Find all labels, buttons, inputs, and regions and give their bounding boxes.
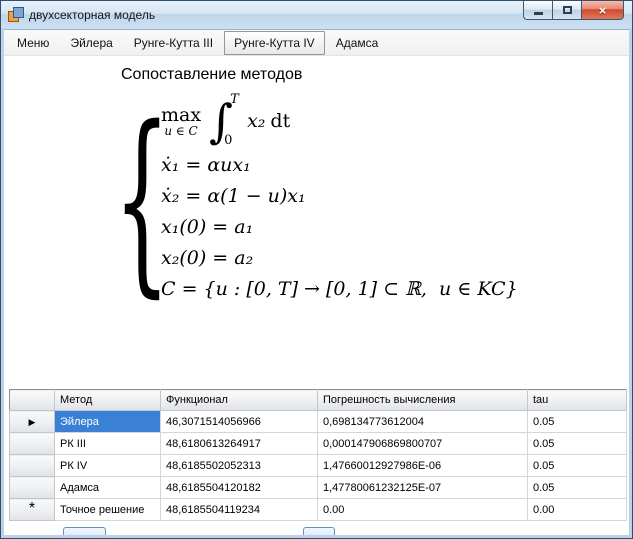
integrand: x₂ [247,110,266,132]
col-header-error[interactable]: Погрешность вычисления [317,389,528,411]
cell-functional[interactable]: 48,6185502052313 [160,454,318,477]
close-icon: × [598,2,607,18]
col-header-tau[interactable]: tau [527,389,627,411]
app-icon-square-blue [13,7,24,18]
partial-button-left[interactable] [63,527,106,538]
cell-functional[interactable]: 48,6180613264917 [160,432,318,455]
maximize-button[interactable] [552,1,581,20]
cell-tau[interactable]: 0.05 [527,432,627,455]
current-row-icon: ▶ [28,416,36,427]
cell-method[interactable]: РК III [54,432,161,455]
integral-sign: T ∫ 0 [209,92,239,148]
row-marker[interactable] [9,454,55,477]
menu-item-euler[interactable]: Эйлера [60,31,122,55]
new-row-icon: * [28,499,36,517]
cell-tau[interactable]: 0.05 [527,476,627,499]
close-button[interactable]: × [581,1,624,20]
cell-tau[interactable]: 0.00 [527,498,627,521]
table-row-euler: ▶ Эйлера 46,3071514056966 0,698134773612… [9,410,627,433]
cell-functional[interactable]: 48,6185504120182 [160,476,318,499]
cell-tau[interactable]: 0.05 [527,454,627,477]
table-header-row: Метод Функционал Погрешность вычисления … [9,389,627,411]
cell-tau[interactable]: 0.05 [527,410,627,433]
integrand-dt: dt [270,110,291,132]
row-marker[interactable] [9,432,55,455]
formula-objective-line: max u ∈ C T ∫ 0 x₂ dt [161,92,518,148]
cell-method[interactable]: РК IV [54,454,161,477]
menu-item-runge-kutta-3[interactable]: Рунге-Кутта III [124,31,223,55]
window-title: двухсекторная модель [29,8,156,22]
cell-method[interactable]: Эйлера [54,410,161,433]
formula-lines: max u ∈ C T ∫ 0 x₂ dt ẋ₁ = αux₁ ẋ₂ = α(1… [161,92,518,305]
cell-functional[interactable]: 48,6185504119234 [160,498,318,521]
table-row-rk3: РК III 48,6180613264917 0,00014790686980… [9,432,627,455]
table-row-rk4: РК IV 48,6185502052313 1,47660012927986E… [9,454,627,477]
maximize-icon [562,6,572,14]
titlebar[interactable]: двухсекторная модель × [1,1,632,30]
cell-functional[interactable]: 46,3071514056966 [160,410,318,433]
formula-control-set: C = {u : [0, T] → [0, 1] ⊂ ℝ, u ∈ KC} [161,278,518,300]
cell-error[interactable]: 1,47780061232125E-07 [317,476,528,499]
app-icon [7,7,24,23]
app-window: двухсекторная модель × Меню Эйлера Рунге… [0,0,633,539]
table-row-adams: Адамса 48,6185504120182 1,47780061232125… [9,476,627,499]
cell-method[interactable]: Точное решение [54,498,161,521]
col-header-functional[interactable]: Функционал [160,389,318,411]
menu-item-menu[interactable]: Меню [7,31,59,55]
menu-item-runge-kutta-4[interactable]: Рунге-Кутта IV [224,30,325,55]
window-controls: × [523,1,624,20]
col-header-method[interactable]: Метод [54,389,161,411]
partial-button-right[interactable] [303,527,335,538]
table-row-exact: * Точное решение 48,6185504119234 0.00 0… [9,498,627,521]
menu-bar: Меню Эйлера Рунге-Кутта III Рунге-Кутта … [1,30,632,56]
formula-eq-x2dot: ẋ₂ = α(1 − u)x₁ [161,185,306,207]
formula-eq-x1dot: ẋ₁ = αux₁ [161,154,251,176]
formula-initial-x1: x₁(0) = a₁ [161,216,254,238]
row-marker[interactable]: ▶ [9,410,55,433]
formula-initial-x2: x₂(0) = a₂ [161,247,254,269]
minimize-button[interactable] [523,1,552,20]
menu-item-adams[interactable]: Адамса [326,31,389,55]
window-frame-left [1,28,4,538]
minimize-icon [533,12,543,15]
cell-error[interactable]: 0,000147906869800707 [317,432,528,455]
page-title: Сопоставление методов [121,66,303,83]
math-formula: { max u ∈ C T ∫ 0 x₂ dt ẋ₁ = αux₁ ẋ₂ = α… [113,83,632,315]
row-marker[interactable]: * [9,498,55,521]
cell-error[interactable]: 1,47660012927986E-06 [317,454,528,477]
cell-method[interactable]: Адамса [54,476,161,499]
cell-error[interactable]: 0.00 [317,498,528,521]
row-marker[interactable] [9,476,55,499]
formula-brace: { [113,83,171,315]
row-header-corner[interactable] [9,389,55,411]
methods-table: Метод Функционал Погрешность вычисления … [9,389,627,521]
cell-error[interactable]: 0,698134773612004 [317,410,528,433]
